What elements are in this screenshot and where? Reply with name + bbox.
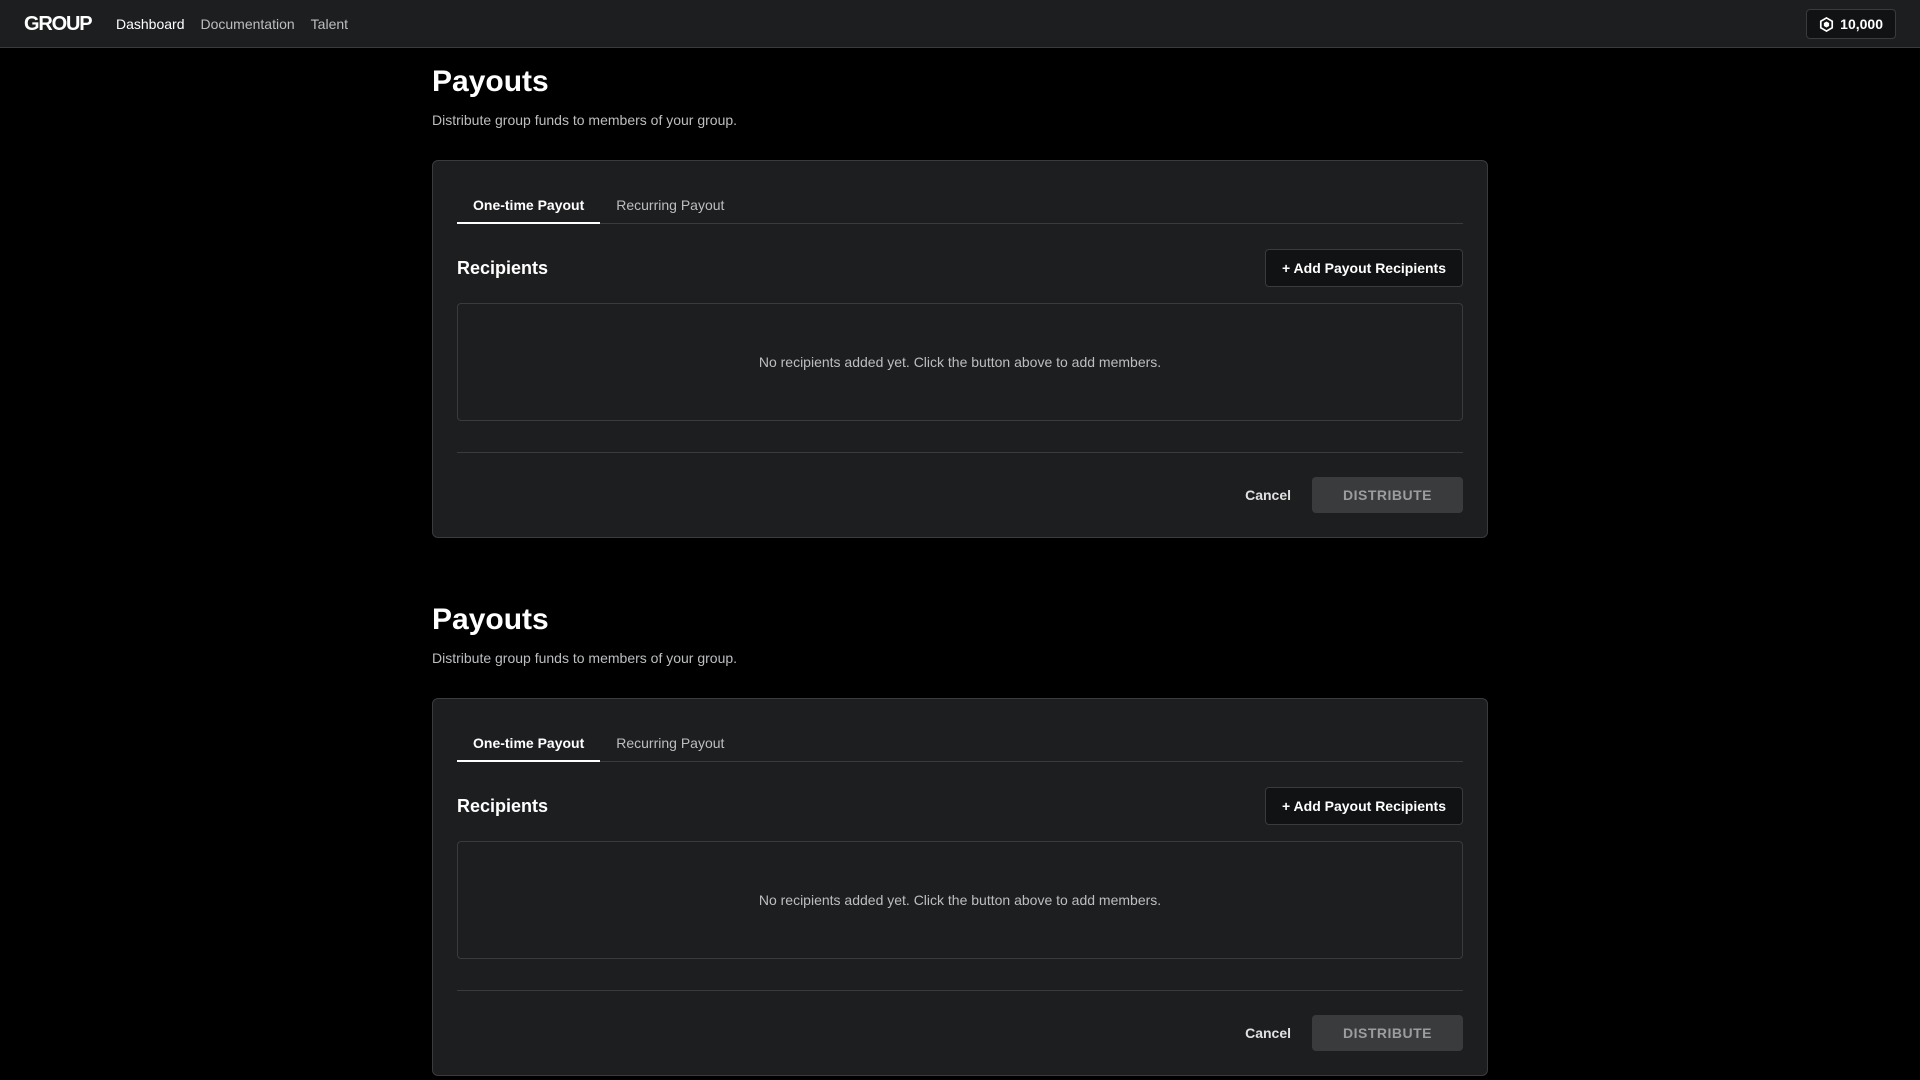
distribute-button[interactable]: DISTRIBUTE — [1312, 1015, 1463, 1051]
payout-card: One-time Payout Recurring Payout Recipie… — [432, 698, 1488, 1076]
payout-card: One-time Payout Recurring Payout Recipie… — [432, 160, 1488, 538]
page-title: Payouts — [432, 65, 549, 98]
divider — [457, 452, 1463, 453]
cancel-button[interactable]: Cancel — [1237, 477, 1299, 513]
recipients-empty-state: No recipients added yet. Click the butto… — [457, 303, 1463, 421]
tab-recurring-payout[interactable]: Recurring Payout — [600, 185, 740, 224]
recipients-heading: Recipients — [457, 796, 549, 816]
add-payout-recipients-button[interactable]: + Add Payout Recipients — [1264, 787, 1463, 825]
nav-dashboard[interactable]: Dashboard — [116, 14, 185, 34]
tab-one-time-payout[interactable]: One-time Payout — [457, 723, 601, 762]
brand-logo[interactable]: GROUP — [24, 12, 93, 36]
payouts-section: Payouts Distribute group funds to member… — [432, 64, 1488, 538]
distribute-button[interactable]: DISTRIBUTE — [1312, 477, 1463, 513]
page-subtitle: Distribute group funds to members of you… — [432, 650, 738, 666]
tab-recurring-payout[interactable]: Recurring Payout — [600, 723, 740, 762]
empty-state-message: No recipients added yet. Click the butto… — [758, 892, 1162, 908]
add-payout-recipients-button[interactable]: + Add Payout Recipients — [1264, 249, 1463, 287]
recipients-empty-state: No recipients added yet. Click the butto… — [457, 841, 1463, 959]
robux-balance-button[interactable]: 10,000 — [1806, 9, 1896, 39]
robux-icon — [1819, 16, 1834, 32]
main-nav: Dashboard Documentation Talent — [116, 14, 348, 34]
robux-balance-amount: 10,000 — [1840, 16, 1883, 32]
payout-type-tabs: One-time Payout Recurring Payout — [457, 723, 1463, 762]
tab-one-time-payout[interactable]: One-time Payout — [457, 185, 601, 224]
payouts-section: Payouts Distribute group funds to member… — [432, 602, 1488, 1076]
nav-talent[interactable]: Talent — [311, 14, 348, 34]
cancel-button[interactable]: Cancel — [1237, 1015, 1299, 1051]
divider — [457, 990, 1463, 991]
recipients-heading: Recipients — [457, 258, 549, 278]
empty-state-message: No recipients added yet. Click the butto… — [758, 354, 1162, 370]
page-title: Payouts — [432, 603, 549, 636]
nav-documentation[interactable]: Documentation — [201, 14, 295, 34]
payout-type-tabs: One-time Payout Recurring Payout — [457, 185, 1463, 224]
page-subtitle: Distribute group funds to members of you… — [432, 112, 738, 128]
top-navigation-bar: GROUP Dashboard Documentation Talent 10,… — [0, 0, 1920, 48]
